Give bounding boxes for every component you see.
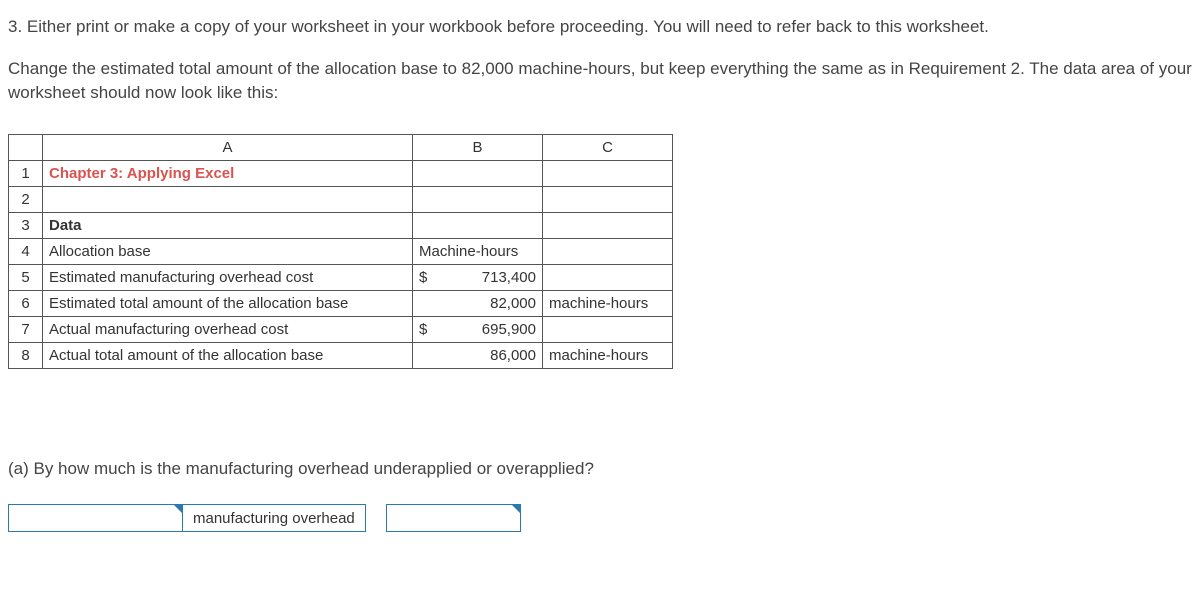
col-header-c: C	[543, 135, 673, 161]
currency-amount: 695,900	[482, 321, 536, 338]
cell	[543, 187, 673, 213]
est-allocation-base-label: Estimated total amount of the allocation…	[43, 291, 413, 317]
currency-symbol: $	[419, 321, 427, 338]
row-num: 8	[9, 343, 43, 369]
cell	[413, 213, 543, 239]
currency-amount: 713,400	[482, 269, 536, 286]
table-row: 3 Data	[9, 213, 673, 239]
est-allocation-base-value: 82,000	[413, 291, 543, 317]
overhead-amount-input[interactable]	[386, 504, 521, 532]
spreadsheet-table: A B C 1 Chapter 3: Applying Excel 2 3 Da…	[8, 134, 673, 369]
currency-symbol: $	[419, 269, 427, 286]
cell	[543, 213, 673, 239]
est-overhead-cost-value: $ 713,400	[413, 265, 543, 291]
est-allocation-base-unit: machine-hours	[543, 291, 673, 317]
table-row: 2	[9, 187, 673, 213]
manufacturing-overhead-label: manufacturing overhead	[183, 504, 366, 532]
col-header-b: B	[413, 135, 543, 161]
allocation-base-label: Allocation base	[43, 239, 413, 265]
cell	[43, 187, 413, 213]
row-num: 7	[9, 317, 43, 343]
row-num: 4	[9, 239, 43, 265]
cell	[543, 161, 673, 187]
actual-allocation-base-unit: machine-hours	[543, 343, 673, 369]
row-num: 3	[9, 213, 43, 239]
table-row: 7 Actual manufacturing overhead cost $ 6…	[9, 317, 673, 343]
col-header-a: A	[43, 135, 413, 161]
row-num: 2	[9, 187, 43, 213]
table-row: 6 Estimated total amount of the allocati…	[9, 291, 673, 317]
actual-allocation-base-label: Actual total amount of the allocation ba…	[43, 343, 413, 369]
actual-overhead-cost-value: $ 695,900	[413, 317, 543, 343]
row-num: 6	[9, 291, 43, 317]
est-overhead-cost-label: Estimated manufacturing overhead cost	[43, 265, 413, 291]
cell	[413, 161, 543, 187]
allocation-base-value: Machine-hours	[413, 239, 543, 265]
table-row: 1 Chapter 3: Applying Excel	[9, 161, 673, 187]
row-num: 5	[9, 265, 43, 291]
chapter-title-cell: Chapter 3: Applying Excel	[43, 161, 413, 187]
actual-allocation-base-value: 86,000	[413, 343, 543, 369]
cell	[543, 265, 673, 291]
instruction-line-1: 3. Either print or make a copy of your w…	[8, 15, 1192, 39]
cell	[543, 317, 673, 343]
column-header-row: A B C	[9, 135, 673, 161]
table-row: 4 Allocation base Machine-hours	[9, 239, 673, 265]
table-row: 8 Actual total amount of the allocation …	[9, 343, 673, 369]
row-num: 1	[9, 161, 43, 187]
corner-cell	[9, 135, 43, 161]
overhead-type-dropdown[interactable]	[8, 504, 183, 532]
data-section-label: Data	[43, 213, 413, 239]
instruction-line-2: Change the estimated total amount of the…	[8, 57, 1192, 105]
table-row: 5 Estimated manufacturing overhead cost …	[9, 265, 673, 291]
cell	[543, 239, 673, 265]
cell	[413, 187, 543, 213]
question-a-text: (a) By how much is the manufacturing ove…	[8, 459, 1192, 479]
answer-input-row: manufacturing overhead	[8, 504, 1192, 532]
actual-overhead-cost-label: Actual manufacturing overhead cost	[43, 317, 413, 343]
